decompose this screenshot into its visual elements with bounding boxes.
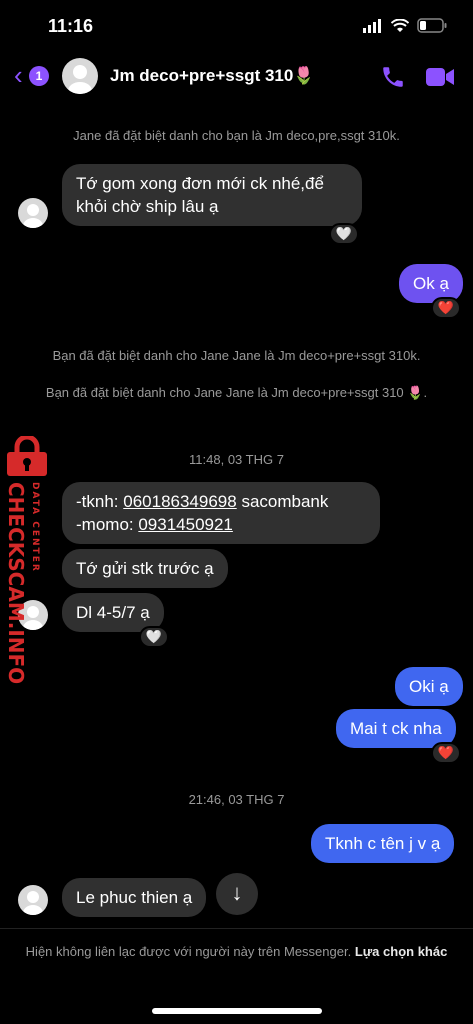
incoming-message-bank-info[interactable]: -tknh: 060186349698 sacombank -momo: 093…	[62, 482, 380, 544]
unread-badge[interactable]: 1	[29, 66, 49, 86]
account-number-link[interactable]: 060186349698	[123, 492, 236, 511]
incoming-message[interactable]: Tớ gom xong đơn mới ck nhé,để khỏi chờ s…	[62, 164, 362, 226]
status-icons	[363, 18, 447, 33]
nickname-notice: Jane đã đặt biệt danh cho bạn là Jm deco…	[73, 128, 400, 143]
incoming-message[interactable]: Le phuc thien ạ	[62, 878, 207, 917]
default-avatar-icon	[23, 891, 43, 915]
bank-label: -tknh:	[76, 492, 124, 511]
wifi-icon	[391, 18, 409, 32]
reaction-heart-icon[interactable]: ❤️	[431, 742, 461, 764]
watermark: CHECKSCAM.INFO DATA CENTER	[0, 436, 56, 684]
watermark-sub: DATA CENTER	[30, 482, 40, 573]
lock-icon	[7, 436, 47, 476]
back-chevron-icon[interactable]: ‹	[14, 62, 23, 88]
bank-line: -tknh: 060186349698 sacombank	[76, 490, 366, 513]
nickname-notice: Bạn đã đặt biệt danh cho Jane Jane là Jm…	[45, 385, 428, 400]
divider	[0, 928, 473, 929]
momo-number-link[interactable]: 0931450921	[138, 515, 233, 534]
battery-icon	[417, 18, 447, 33]
reaction-heart-icon[interactable]: 🤍	[329, 223, 359, 245]
unavailable-text: Hiện không liên lạc được với người này t…	[25, 944, 352, 959]
scroll-down-arrow-icon[interactable]: ↓	[216, 873, 258, 915]
chat-header: ‹ 1 Jm deco+pre+ssgt 310🌷	[0, 50, 473, 105]
default-avatar-icon	[68, 65, 92, 94]
signal-icon	[363, 18, 381, 33]
timestamp: 11:48, 03 THG 7	[189, 452, 284, 467]
momo-label: -momo:	[76, 515, 139, 534]
avatar[interactable]	[18, 198, 48, 228]
momo-line: -momo: 0931450921	[76, 513, 366, 536]
nickname-notice: Bạn đã đặt biệt danh cho Jane Jane là Jm…	[52, 348, 421, 363]
reaction-heart-icon[interactable]: 🤍	[139, 626, 169, 648]
video-call-icon[interactable]	[425, 66, 455, 88]
other-options-link[interactable]: Lựa chọn khác	[355, 944, 448, 959]
status-time: 11:16	[48, 16, 94, 36]
avatar[interactable]	[62, 58, 98, 94]
timestamp: 21:46, 03 THG 7	[188, 792, 285, 807]
home-indicator[interactable]	[152, 1008, 322, 1014]
bank-name: sacombank	[236, 492, 329, 511]
avatar[interactable]	[18, 885, 48, 915]
incoming-message[interactable]: Tớ gửi stk trước ạ	[62, 549, 228, 588]
outgoing-message[interactable]: Oki ạ	[395, 667, 463, 706]
default-avatar-icon	[23, 204, 43, 228]
outgoing-message[interactable]: Tknh c tên j v ạ	[311, 824, 455, 863]
contact-name[interactable]: Jm deco+pre+ssgt 310🌷	[110, 66, 315, 86]
watermark-brand: CHECKSCAM.INFO	[4, 482, 28, 685]
unavailable-notice: Hiện không liên lạc được với người này t…	[20, 942, 453, 961]
phone-icon[interactable]	[380, 64, 406, 90]
reaction-heart-icon[interactable]: ❤️	[431, 297, 461, 319]
status-bar: 11:16	[0, 0, 473, 50]
